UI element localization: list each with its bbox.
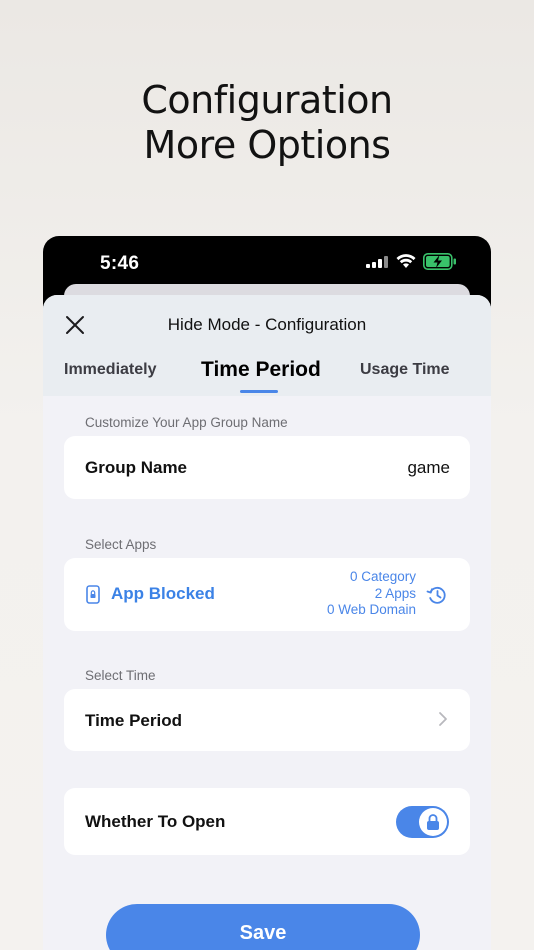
chevron-right-icon (439, 712, 447, 726)
promo-line-2: More Options (143, 123, 391, 167)
tab-time-period[interactable]: Time Period (201, 358, 321, 382)
signal-icon (366, 256, 388, 268)
sheet-title: Hide Mode - Configuration (167, 315, 367, 334)
apps-count: 2 Apps (374, 585, 416, 601)
sheet-header: Hide Mode - Configuration Immediately Ti… (43, 295, 491, 396)
group-section-label: Customize Your App Group Name (85, 415, 288, 430)
promo-heading: Configuration More Options (0, 78, 534, 168)
wifi-icon (396, 254, 416, 268)
status-time: 5:46 (100, 253, 140, 274)
battery-icon (423, 253, 456, 270)
select-apps-row[interactable]: App Blocked 0 Category 2 Apps 0 Web Doma… (64, 558, 470, 631)
lock-icon (86, 585, 100, 604)
time-period-row[interactable]: Time Period (64, 689, 470, 751)
tab-immediately[interactable]: Immediately (64, 361, 156, 379)
phone-frame: 5:46 Hide Mode - Configuration Immediate… (43, 236, 491, 950)
apps-section-label: Select Apps (85, 537, 157, 552)
tab-usage-time[interactable]: Usage Time (360, 361, 450, 379)
group-name-label: Group Name (85, 458, 188, 477)
time-section-label: Select Time (85, 668, 156, 683)
category-count: 0 Category (349, 569, 416, 584)
promo-line-1: Configuration (141, 78, 393, 122)
whether-to-open-toggle[interactable] (396, 806, 449, 838)
lock-icon (427, 814, 439, 830)
whether-to-open-row: Whether To Open (64, 788, 470, 855)
web-domain-count: 0 Web Domain (326, 602, 416, 617)
group-name-value[interactable]: game (407, 458, 450, 478)
group-name-row[interactable]: Group Name game (64, 436, 470, 499)
tab-indicator (240, 390, 278, 393)
configuration-sheet: Hide Mode - Configuration Immediately Ti… (43, 295, 491, 950)
history-icon[interactable] (426, 584, 448, 606)
whether-to-open-label: Whether To Open (85, 812, 226, 831)
apps-counts: 0 Category 2 Apps 0 Web Domain (327, 569, 416, 619)
time-period-label: Time Period (85, 711, 182, 730)
app-blocked-label: App Blocked (111, 584, 215, 603)
status-bar: 5:46 (43, 236, 491, 290)
toggle-knob (419, 808, 447, 836)
save-button[interactable]: Save (106, 904, 420, 950)
